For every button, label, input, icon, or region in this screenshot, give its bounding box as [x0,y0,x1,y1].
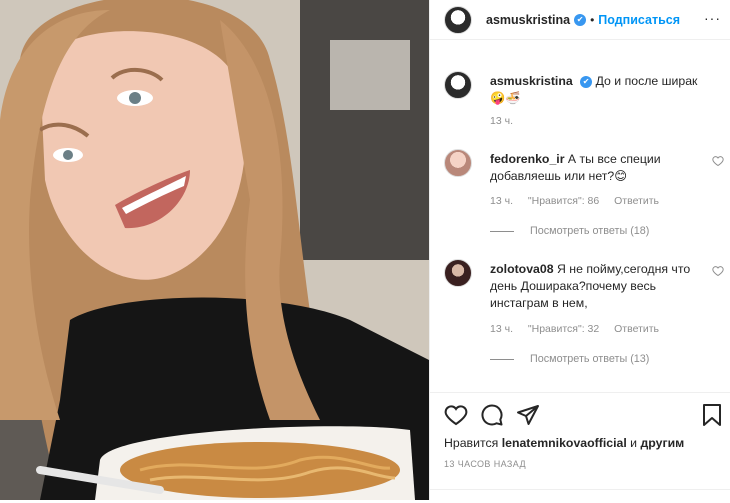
comment-meta: 13 ч. "Нравится": 86 Ответить [490,195,671,207]
likes-conjunction: и [630,436,638,450]
commenter-avatar[interactable] [444,259,472,287]
post-actions: Нравится lenatemnikovaofficial и другим … [430,392,730,500]
author-avatar[interactable] [444,71,472,99]
author-username[interactable]: asmuskristina [486,13,570,27]
more-options-icon[interactable]: ··· [704,10,721,26]
comments-list[interactable]: asmuskristina ✔ До и после ширак 🤪🍜 13 ч… [430,41,730,391]
comment-meta: 13 ч. "Нравится": 32 Ответить [490,323,671,335]
view-replies-label[interactable]: Посмотреть ответы (18) [530,225,649,237]
share-icon[interactable] [516,403,540,427]
replies-divider [490,358,514,360]
author-avatar[interactable] [444,5,472,34]
view-replies-button[interactable]: Посмотреть ответы (18) [490,225,649,237]
view-replies-label[interactable]: Посмотреть ответы (13) [530,353,649,365]
comment-username[interactable]: zolotova08 [490,262,554,276]
bookmark-icon[interactable] [700,403,724,427]
reply-button[interactable]: Ответить [614,195,659,207]
caption-message: До и после ширак [595,74,698,88]
selfie-with-noodles-image [0,0,429,500]
caption-meta: 13 ч. [490,115,525,127]
comment-time[interactable]: 13 ч. [490,195,513,207]
commenter-avatar[interactable] [444,149,472,177]
replies-divider [490,230,514,232]
reply-button[interactable]: Ответить [614,323,659,335]
comment-username[interactable]: fedorenko_ir [490,152,564,166]
likes-summary: Нравится lenatemnikovaofficial и другим [444,436,684,450]
heart-icon[interactable] [444,403,468,427]
comment-likes[interactable]: "Нравится": 86 [528,195,599,207]
separator-dot: • [590,12,595,27]
post-side-panel: asmuskristina ✔ • Подписаться ··· asmusk… [429,0,730,500]
action-icons [444,403,724,429]
comment-likes[interactable]: "Нравится": 32 [528,323,599,335]
likes-others[interactable]: другим [640,436,684,450]
caption-time[interactable]: 13 ч. [490,115,513,127]
comment-time[interactable]: 13 ч. [490,323,513,335]
comment-like-icon[interactable] [712,155,724,167]
likes-user[interactable]: lenatemnikovaofficial [502,436,627,450]
follow-button[interactable]: Подписаться [598,13,680,27]
caption-text: asmuskristina ✔ До и после ширак 🤪🍜 [490,73,700,107]
add-comment-area[interactable] [430,489,730,503]
post-photo[interactable] [0,0,429,500]
verified-icon: ✔ [574,13,587,26]
likes-prefix: Нравится [444,436,499,450]
caption-username[interactable]: asmuskristina [490,74,573,88]
caption-emojis: 🤪🍜 [490,91,521,105]
comment-like-icon[interactable] [712,265,724,277]
post-timestamp[interactable]: 13 ЧАСОВ НАЗАД [444,459,526,469]
post-header: asmuskristina ✔ • Подписаться ··· [430,0,730,40]
instagram-post-modal: asmuskristina ✔ • Подписаться ··· asmusk… [0,0,730,500]
verified-icon: ✔ [580,75,593,88]
view-replies-button[interactable]: Посмотреть ответы (13) [490,353,649,365]
comment-icon[interactable] [480,403,504,427]
comment-text: fedorenko_ir А ты все специи добавляешь … [490,151,700,185]
comment-text: zolotova08 Я не пойму,сегодня что день Д… [490,261,700,312]
